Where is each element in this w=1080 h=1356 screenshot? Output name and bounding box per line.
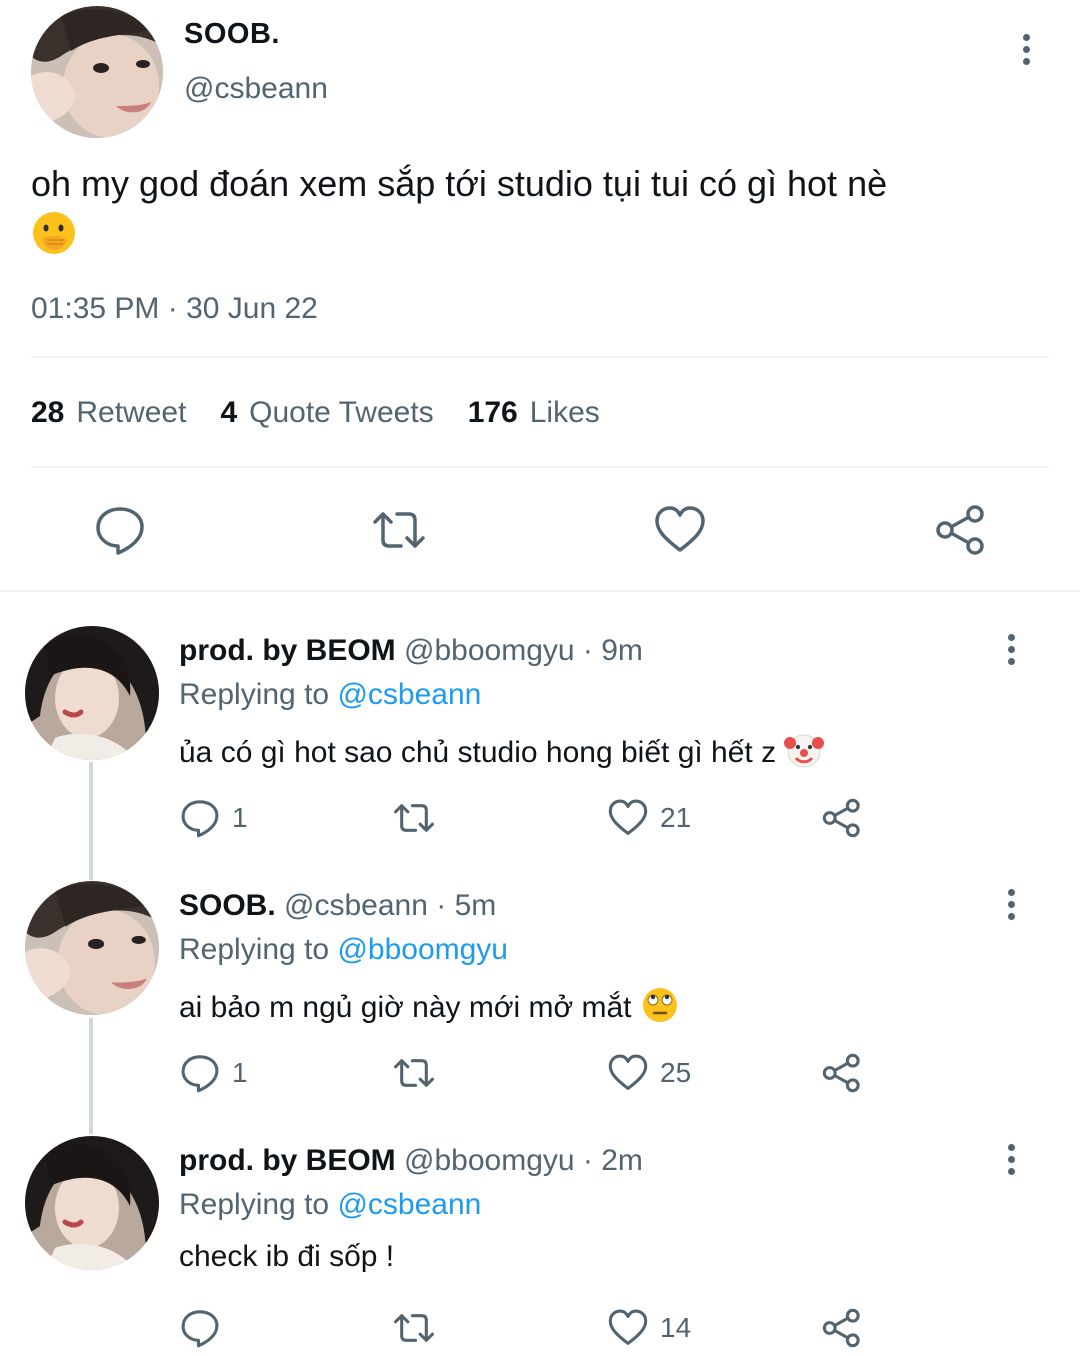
reply-author-name[interactable]: prod. by BEOM	[179, 1144, 396, 1177]
reply-handle-time[interactable]: @bboomgyu · 2m	[404, 1144, 643, 1177]
reply-avatar[interactable]	[25, 1136, 159, 1270]
reply-icon	[181, 800, 219, 838]
retweet-action[interactable]	[394, 1308, 446, 1348]
reply-text: ai bảo m ngủ giờ này mới mở mắt	[179, 985, 680, 1033]
like-action[interactable]: 25	[608, 1053, 691, 1093]
reply-tweet[interactable]: prod. by BEOM @bboomgyu · 9m Replying to…	[0, 626, 1080, 846]
more-options-icon[interactable]	[1016, 34, 1036, 74]
reply-author-name[interactable]: SOOB.	[179, 889, 276, 922]
reply-handle-time[interactable]: @bboomgyu · 9m	[404, 634, 643, 667]
like-icon	[608, 1309, 648, 1345]
like-count: 21	[660, 802, 692, 833]
reply-header: SOOB. @csbeann · 5m	[179, 889, 496, 923]
reply-header: prod. by BEOM @bboomgyu · 9m	[179, 634, 643, 668]
retweet-icon	[394, 1314, 434, 1342]
share-action[interactable]	[822, 1053, 874, 1093]
author-handle[interactable]: @csbeann	[184, 72, 328, 106]
mention-link[interactable]: @csbeann	[337, 678, 481, 711]
reply-text: check ib đi sốp !	[179, 1240, 394, 1274]
share-action[interactable]	[822, 798, 874, 838]
share-icon	[822, 798, 860, 838]
more-options-icon[interactable]	[1001, 889, 1021, 929]
reply-avatar[interactable]	[25, 881, 159, 1015]
share-icon[interactable]	[935, 504, 987, 556]
reply-icon	[181, 1055, 219, 1093]
reply-handle-time[interactable]: @csbeann · 5m	[284, 889, 496, 922]
divider	[31, 466, 1049, 468]
like-count: 14	[660, 1312, 692, 1343]
retweet-icon	[394, 804, 434, 832]
replying-to: Replying to @csbeann	[179, 678, 482, 711]
like-icon	[608, 1054, 648, 1090]
like-count: 25	[660, 1057, 692, 1088]
mention-link[interactable]: @bboomgyu	[337, 933, 508, 966]
author-avatar[interactable]	[31, 6, 163, 138]
reply-text: ủa có gì hot sao chủ studio hong biết gì…	[179, 730, 825, 778]
retweet-icon	[394, 1059, 434, 1087]
mention-link[interactable]: @csbeann	[337, 1188, 481, 1221]
like-action[interactable]: 21	[608, 798, 691, 838]
tweet-text-content: oh my god đoán xem sắp tới studio tụi tu…	[31, 163, 888, 204]
share-icon	[822, 1053, 860, 1093]
reply-icon	[181, 1310, 219, 1348]
like-icon[interactable]	[654, 504, 706, 556]
retweet-icon[interactable]	[373, 504, 425, 556]
reply-count: 1	[232, 802, 248, 833]
share-icon	[822, 1308, 860, 1348]
author-name[interactable]: SOOB.	[184, 18, 280, 51]
retweet-action[interactable]	[394, 798, 446, 838]
reply-count: 1	[232, 1057, 248, 1088]
reply-text-content: ai bảo m ngủ giờ này mới mở mắt	[179, 990, 632, 1024]
reply-action[interactable]: 1	[180, 798, 248, 838]
clown-emoji	[784, 730, 825, 778]
divider	[31, 356, 1049, 358]
reply-text-content: check ib đi sốp !	[179, 1240, 395, 1273]
reply-author-name[interactable]: prod. by BEOM	[179, 634, 396, 667]
reply-action[interactable]: 1	[180, 1053, 248, 1093]
share-action[interactable]	[822, 1308, 874, 1348]
reply-text-content: ủa có gì hot sao chủ studio hong biết gì…	[179, 735, 777, 769]
reply-tweet[interactable]: prod. by BEOM @bboomgyu · 2m Replying to…	[0, 1136, 1080, 1356]
retweet-action[interactable]	[394, 1053, 446, 1093]
like-action[interactable]: 14	[608, 1308, 691, 1348]
more-options-icon[interactable]	[1001, 1144, 1021, 1184]
replying-to: Replying to @csbeann	[179, 1188, 482, 1221]
reply-header: prod. by BEOM @bboomgyu · 2m	[179, 1144, 643, 1178]
tweet-text: oh my god đoán xem sắp tới studio tụi tu…	[31, 158, 1041, 270]
reply-avatar[interactable]	[25, 626, 159, 760]
retweet-stat[interactable]: 28 Retweet	[31, 396, 186, 430]
tweet-timestamp[interactable]: 01:35 PM · 30 Jun 22	[31, 292, 318, 326]
eye-roll-emoji	[640, 985, 680, 1033]
section-divider	[0, 590, 1080, 592]
likes-stat[interactable]: 176 Likes	[468, 396, 600, 430]
reply-tweet[interactable]: SOOB. @csbeann · 5m Replying to @bboomgy…	[0, 881, 1080, 1101]
reply-action[interactable]	[180, 1308, 232, 1348]
replying-to: Replying to @bboomgyu	[179, 933, 508, 966]
like-icon	[608, 799, 648, 835]
tweet-stats: 28 Retweet 4 Quote Tweets 176 Likes	[31, 396, 600, 430]
more-options-icon[interactable]	[1001, 634, 1021, 674]
reply-icon[interactable]	[94, 504, 146, 556]
hand-over-mouth-emoji	[31, 210, 77, 270]
quote-stat[interactable]: 4 Quote Tweets	[220, 396, 433, 430]
